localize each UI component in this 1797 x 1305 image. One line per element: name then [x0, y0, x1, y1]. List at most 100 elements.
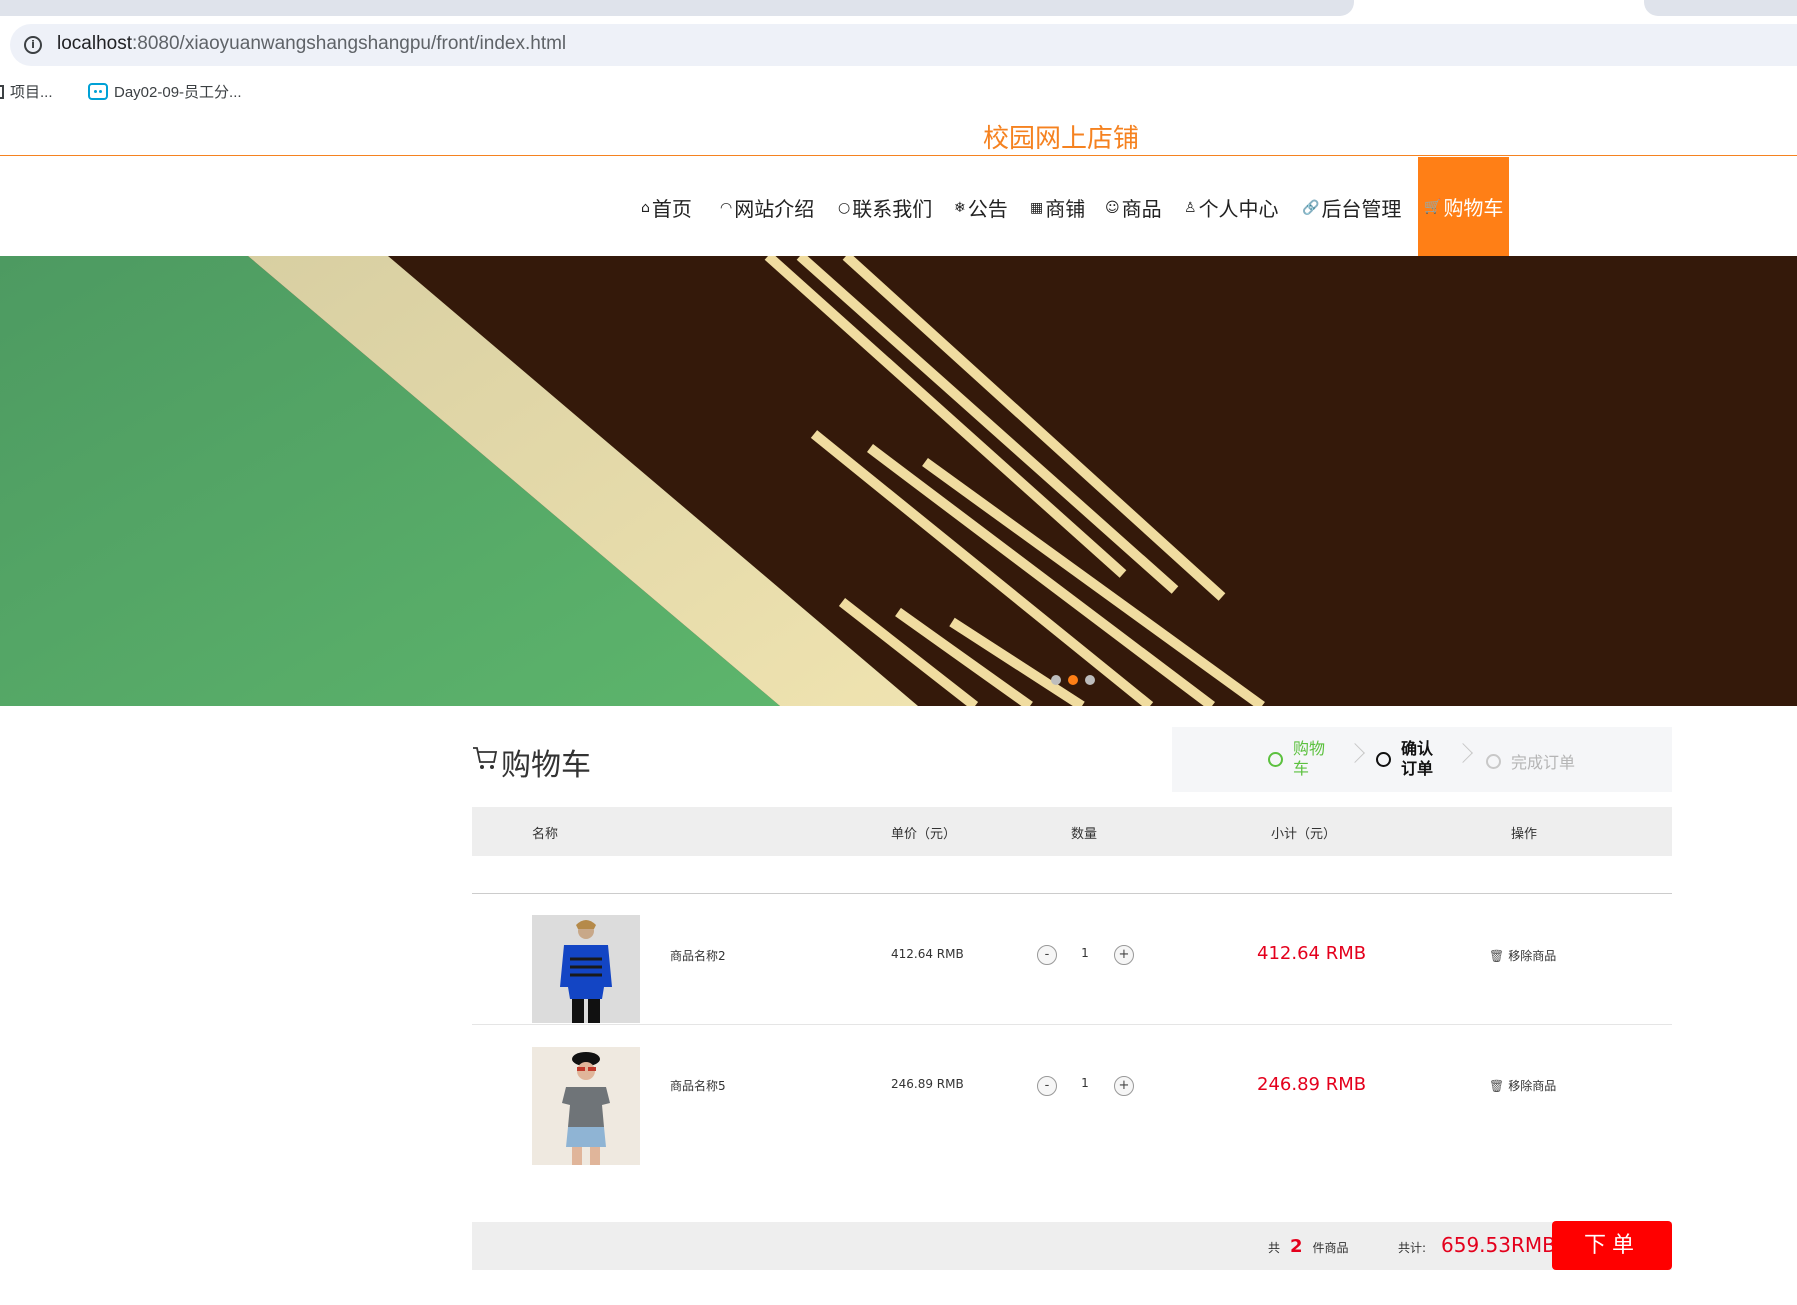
header-divider: [0, 155, 1797, 156]
snowflake-icon: ❄: [954, 199, 966, 216]
item-subtotal: 246.89 RMB: [1257, 1074, 1367, 1095]
bookmark-item[interactable]: Day02-09-员工分...: [88, 81, 242, 102]
nav-about[interactable]: ◠ 网站介绍: [720, 193, 814, 222]
address-bar[interactable]: i localhost:8080/xiaoyuanwangshangshangp…: [10, 24, 1797, 66]
item-count: 共 2 件商品: [1268, 1236, 1349, 1257]
col-qty: 数量: [1071, 827, 1098, 842]
remove-label: 移除商品: [1508, 1079, 1557, 1093]
col-operation: 操作: [1511, 827, 1538, 842]
link-icon: 🔗: [1302, 199, 1320, 216]
circle-icon: [1486, 753, 1501, 769]
site-title: 校园网上店铺: [982, 124, 1139, 154]
cart-table-header: 名称 单价（元） 数量 小计（元） 操作: [472, 807, 1672, 856]
home-icon: ⌂: [641, 199, 650, 216]
bookmark-label: 项目...: [10, 84, 53, 101]
item-subtotal: 412.64 RMB: [1257, 943, 1367, 964]
step-label: 完成订单: [1511, 753, 1576, 772]
trash-icon: 🗑: [1489, 948, 1505, 963]
bookmarks-bar: 项目... Day02-09-员工分...: [0, 78, 1797, 106]
nav-label: 商铺: [1045, 197, 1086, 221]
smile-icon: ○: [838, 199, 851, 216]
grid-icon: ▦: [1030, 199, 1044, 216]
nav-shops[interactable]: ▦ 商铺: [1030, 193, 1085, 222]
nav-label: 首页: [651, 197, 692, 221]
product-name[interactable]: 商品名称5: [670, 1077, 726, 1094]
site-info-icon[interactable]: i: [24, 36, 42, 54]
url-text[interactable]: localhost:8080/xiaoyuanwangshangshangpu/…: [57, 33, 566, 55]
qty-value[interactable]: 1: [1075, 1076, 1095, 1090]
face-icon: ☺: [1105, 199, 1120, 216]
remove-item-button[interactable]: 🗑 移除商品: [1489, 1077, 1556, 1094]
trash-icon: 🗑: [1489, 1078, 1505, 1093]
step-label: 购物车: [1293, 739, 1326, 778]
step-confirm: 确认订单: [1376, 739, 1437, 779]
bookmark-item[interactable]: 项目...: [0, 81, 53, 102]
nav-label: 联系我们: [852, 197, 933, 221]
step-complete: 完成订单: [1486, 749, 1575, 773]
banner-graphic: [0, 256, 1797, 706]
carousel-dot[interactable]: [1085, 675, 1095, 685]
nav-contact[interactable]: ○ 联系我们: [838, 193, 932, 222]
cart-row: 商品名称5 246.89 RMB - 1 + 246.89 RMB 🗑 移除商品: [472, 1047, 1672, 1167]
total-label: 共计:: [1398, 1241, 1427, 1255]
total-amount: 659.53RMB: [1441, 1233, 1556, 1257]
bookmark-label: Day02-09-员工分...: [114, 84, 242, 101]
circle-icon: [1376, 751, 1391, 767]
bilibili-icon: [88, 83, 108, 100]
remove-item-button[interactable]: 🗑 移除商品: [1489, 947, 1556, 964]
nav-profile[interactable]: ♙ 个人中心: [1184, 193, 1279, 222]
cart-icon: 🛒: [1424, 198, 1442, 215]
step-cart: 购物车: [1268, 739, 1329, 779]
qty-increment-button[interactable]: +: [1114, 1076, 1134, 1096]
cart-row: 商品名称2 412.64 RMB - 1 + 412.64 RMB 🗑 移除商品: [472, 915, 1672, 1025]
nav-cart[interactable]: 🛒 购物车: [1418, 157, 1510, 256]
count-prefix: 共: [1268, 1241, 1281, 1255]
nav-products[interactable]: ☺ 商品: [1105, 193, 1162, 222]
qty-decrement-button[interactable]: -: [1037, 1076, 1057, 1096]
step-label: 确认订单: [1401, 739, 1434, 778]
nav-label: 商品: [1121, 197, 1162, 221]
user-icon: ♙: [1184, 199, 1197, 216]
count-value: 2: [1290, 1236, 1303, 1257]
chevron-right-icon: [1453, 743, 1473, 763]
nav-admin[interactable]: 🔗 后台管理: [1302, 193, 1401, 222]
carousel-dot-active[interactable]: [1068, 675, 1078, 685]
nav-label: 公告: [967, 197, 1008, 221]
gauge-icon: ◠: [720, 199, 733, 216]
carousel-dot[interactable]: [1051, 675, 1061, 685]
place-order-button[interactable]: 下单: [1552, 1221, 1672, 1270]
banner-carousel[interactable]: [0, 256, 1797, 706]
col-price: 单价（元）: [891, 827, 957, 842]
col-name: 名称: [532, 827, 559, 842]
nav-notice[interactable]: ❄ 公告: [954, 193, 1008, 222]
col-subtotal: 小计（元）: [1271, 827, 1337, 842]
main-nav: ⌂ 首页 ◠ 网站介绍 ○ 联系我们 ❄ 公告 ▦ 商铺 ☺ 商品 ♙ 个人中心 🔗 后台管理 …: [0, 157, 1797, 256]
product-image[interactable]: [532, 1047, 640, 1165]
divider: [472, 893, 1672, 894]
browser-tabstrip: [0, 0, 1797, 16]
chevron-right-icon: [1345, 743, 1365, 763]
nav-home[interactable]: ⌂ 首页: [641, 193, 692, 222]
browser-tab[interactable]: [0, 0, 1354, 16]
unit-price: 412.64 RMB: [891, 947, 964, 961]
nav-label: 网站介绍: [734, 197, 815, 221]
remove-label: 移除商品: [1508, 949, 1557, 963]
qty-value[interactable]: 1: [1075, 946, 1095, 960]
folder-icon: [0, 84, 4, 99]
carousel-indicators: [1051, 675, 1095, 685]
cart-icon: [473, 747, 498, 769]
product-name[interactable]: 商品名称2: [670, 947, 726, 964]
qty-decrement-button[interactable]: -: [1037, 945, 1057, 965]
nav-label: 购物车: [1443, 196, 1504, 220]
qty-increment-button[interactable]: +: [1114, 945, 1134, 965]
check-circle-icon: [1268, 751, 1283, 767]
cart-summary: 共 2 件商品 共计: 659.53RMB: [472, 1222, 1672, 1270]
unit-price: 246.89 RMB: [891, 1077, 964, 1091]
count-suffix: 件商品: [1312, 1241, 1349, 1255]
checkout-steps: 购物车 确认订单 完成订单: [1172, 727, 1672, 792]
nav-label: 后台管理: [1321, 197, 1402, 221]
cart-title: 购物车: [501, 748, 591, 783]
product-image[interactable]: [532, 915, 640, 1023]
nav-label: 个人中心: [1198, 197, 1279, 221]
browser-tab[interactable]: [1644, 0, 1797, 16]
